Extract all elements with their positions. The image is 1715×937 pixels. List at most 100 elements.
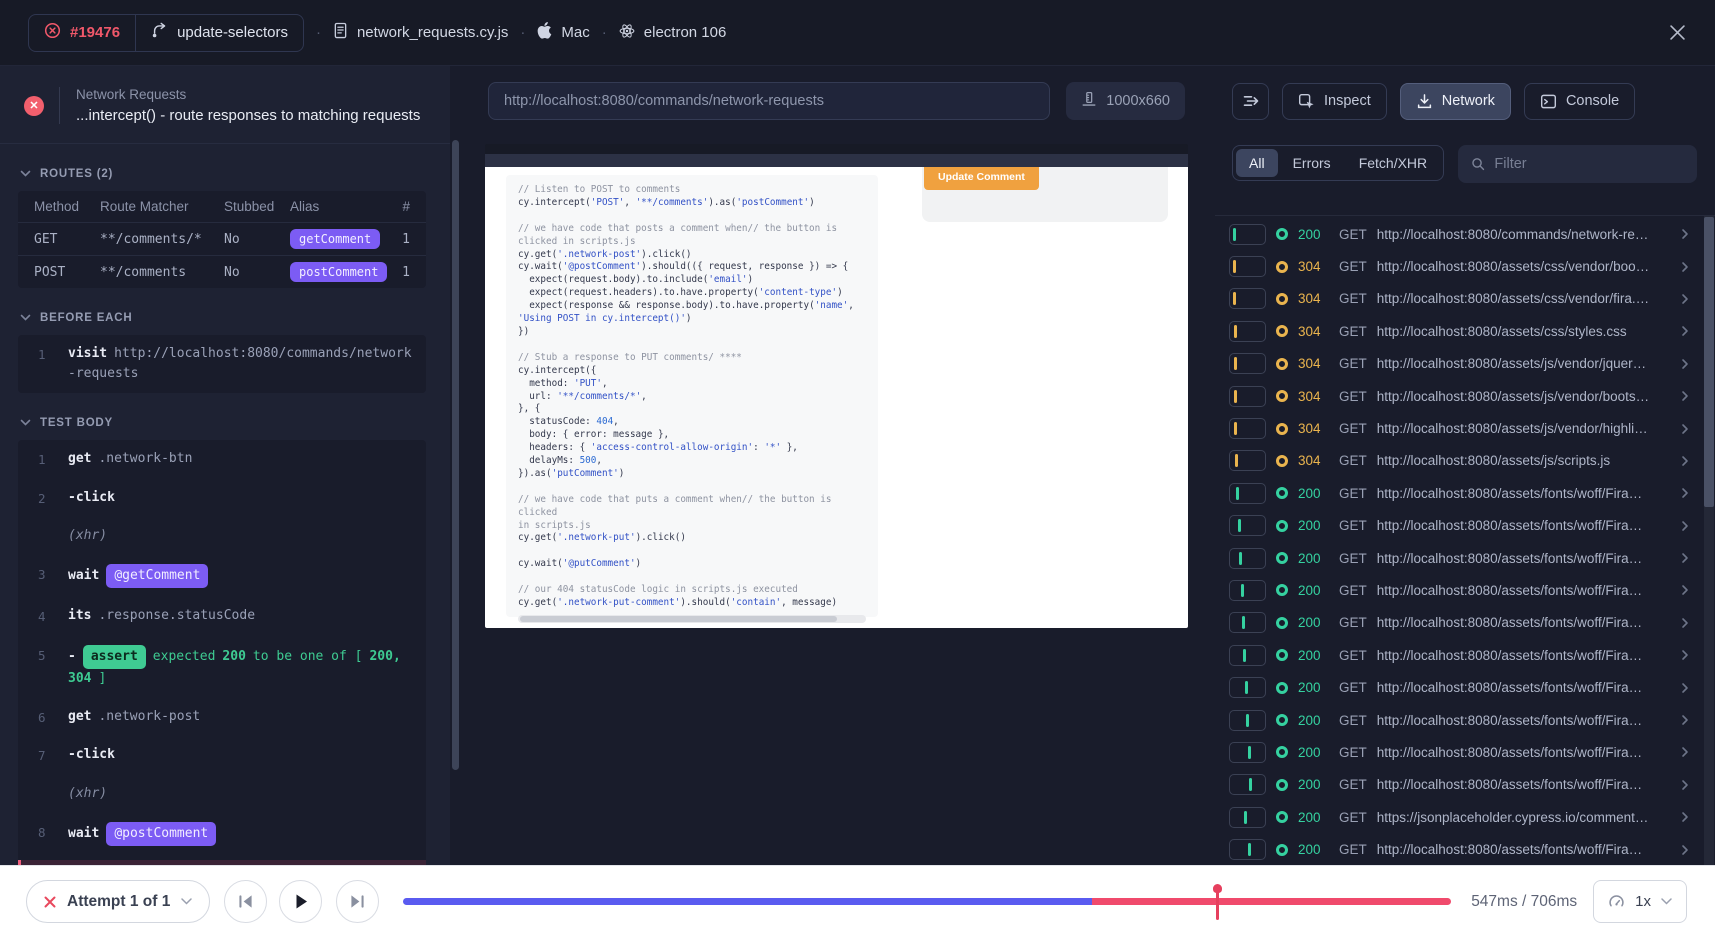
- waterfall-chip: [1229, 807, 1266, 828]
- skip-back-icon: [237, 894, 254, 909]
- attempt-dropdown[interactable]: Attempt 1 of 1: [26, 880, 210, 923]
- command-row[interactable]: 7-click: [18, 736, 426, 774]
- request-row[interactable]: 200GEThttp://localhost:8080/assets/fonts…: [1215, 736, 1715, 768]
- inspect-cursor-icon: [1298, 93, 1315, 110]
- timeline-error-segment: [1092, 898, 1451, 905]
- os-info: Mac: [537, 22, 589, 43]
- viewport-size-label: 1000x660: [1106, 93, 1170, 109]
- request-row[interactable]: 200GEThttp://localhost:8080/assets/fonts…: [1215, 574, 1715, 606]
- update-comment-button[interactable]: Update Comment: [924, 167, 1039, 190]
- test-header: ✕ Network Requests ...intercept() - rout…: [0, 66, 450, 144]
- run-number-button[interactable]: #19476: [29, 15, 135, 51]
- waterfall-chip: [1229, 515, 1266, 536]
- request-row[interactable]: 200GEThttp://localhost:8080/assets/fonts…: [1215, 833, 1715, 865]
- scrollbar-thumb[interactable]: [1704, 217, 1714, 507]
- playback-speed-dropdown[interactable]: 1x: [1593, 880, 1687, 923]
- request-row[interactable]: 200GEThttp://localhost:8080/assets/fonts…: [1215, 477, 1715, 509]
- request-row[interactable]: 304GEThttp://localhost:8080/assets/css/s…: [1215, 315, 1715, 347]
- test-title: ...intercept() - route responses to matc…: [76, 107, 420, 124]
- status-ring-icon: [1276, 617, 1288, 629]
- request-row[interactable]: 304GEThttp://localhost:8080/assets/js/ve…: [1215, 348, 1715, 380]
- request-row[interactable]: 304GEThttp://localhost:8080/assets/js/sc…: [1215, 445, 1715, 477]
- request-list: 200GEThttp://localhost:8080/commands/net…: [1215, 215, 1715, 865]
- request-row[interactable]: 200GEThttp://localhost:8080/assets/fonts…: [1215, 607, 1715, 639]
- col-matcher: Route Matcher: [100, 199, 224, 214]
- sidebar-scrollbar[interactable]: [450, 66, 461, 865]
- branch-name: update-selectors: [177, 24, 288, 41]
- aut-navbar-strip2: [485, 154, 1188, 167]
- inspect-button[interactable]: Inspect: [1282, 83, 1387, 120]
- waterfall-chip: [1229, 321, 1266, 342]
- url-input[interactable]: [488, 82, 1050, 120]
- preview-pane: 1000x660 Update Comment // Listen to POS…: [461, 66, 1215, 865]
- command-row[interactable]: (xhr): [18, 775, 426, 813]
- chevron-right-icon: [1679, 423, 1691, 435]
- waterfall-chip: [1229, 612, 1266, 633]
- separator-dot: ·: [602, 24, 607, 41]
- command-row[interactable]: 5-assertexpected200to be one of [200, 30…: [18, 636, 426, 698]
- attempt-label: Attempt 1 of 1: [67, 893, 170, 911]
- request-row[interactable]: 200GEThttp://localhost:8080/assets/fonts…: [1215, 639, 1715, 671]
- command-row[interactable]: 3wait@getComment: [18, 555, 426, 597]
- request-row[interactable]: 304GEThttp://localhost:8080/assets/js/ve…: [1215, 412, 1715, 444]
- waterfall-chip: [1229, 774, 1266, 795]
- scrollbar-thumb[interactable]: [520, 616, 837, 622]
- chevron-right-icon: [1679, 779, 1691, 791]
- route-row[interactable]: GET**/comments/*NogetComment1: [18, 222, 426, 255]
- request-row[interactable]: 200GEThttp://localhost:8080/assets/fonts…: [1215, 769, 1715, 801]
- chevron-right-icon: [1679, 552, 1691, 564]
- request-row[interactable]: 304GEThttp://localhost:8080/assets/css/v…: [1215, 250, 1715, 282]
- status-ring-icon: [1276, 423, 1288, 435]
- status-ring-icon: [1276, 649, 1288, 661]
- filter-fetch-xhr[interactable]: Fetch/XHR: [1346, 149, 1440, 177]
- collapse-panel-button[interactable]: [1232, 83, 1269, 120]
- cypress-test-replay-app: #19476 update-selectors · network_reques…: [0, 0, 1715, 937]
- aut-navbar-strip: [485, 144, 1188, 154]
- separator-dot: ·: [520, 24, 525, 41]
- chevron-right-icon: [1679, 261, 1691, 273]
- waterfall-chip: [1229, 256, 1266, 277]
- code-horizontal-scrollbar[interactable]: [518, 615, 866, 623]
- command-row[interactable]: 1visithttp://localhost:8080/commands/net…: [18, 335, 426, 393]
- request-row[interactable]: 200GEThttp://localhost:8080/assets/fonts…: [1215, 671, 1715, 703]
- command-row[interactable]: 8wait@postComment: [18, 813, 426, 855]
- attempt-failed-icon: [44, 896, 56, 908]
- skip-back-button[interactable]: [224, 880, 267, 923]
- request-row[interactable]: 304GEThttp://localhost:8080/assets/js/ve…: [1215, 380, 1715, 412]
- gauge-icon: [1608, 893, 1625, 910]
- console-tab-button[interactable]: Console: [1524, 83, 1635, 120]
- viewport-size-button[interactable]: 1000x660: [1066, 82, 1185, 120]
- section-header-routes[interactable]: ROUTES (2): [20, 168, 426, 180]
- command-row[interactable]: (xhr): [18, 517, 426, 555]
- skip-forward-button[interactable]: [336, 880, 379, 923]
- request-row[interactable]: 200GEThttp://localhost:8080/assets/fonts…: [1215, 542, 1715, 574]
- command-row[interactable]: 1get.network-btn: [18, 440, 426, 478]
- request-row[interactable]: 200GEThttp://localhost:8080/commands/net…: [1215, 218, 1715, 250]
- branch-button[interactable]: update-selectors: [136, 15, 303, 51]
- section-header-before-each[interactable]: BEFORE EACH: [20, 312, 426, 324]
- request-row[interactable]: 200GEThttp://localhost:8080/assets/fonts…: [1215, 510, 1715, 542]
- play-button[interactable]: [279, 880, 322, 923]
- close-icon[interactable]: [1670, 25, 1685, 40]
- filter-errors[interactable]: Errors: [1280, 149, 1344, 177]
- status-ring-icon: [1276, 520, 1288, 532]
- filter-input[interactable]: [1494, 156, 1684, 172]
- command-row[interactable]: 4its.response.statusCode: [18, 597, 426, 635]
- request-row[interactable]: 304GEThttp://localhost:8080/assets/css/v…: [1215, 283, 1715, 315]
- scrollbar-thumb[interactable]: [452, 140, 459, 770]
- command-row[interactable]: 6get.network-post: [18, 698, 426, 736]
- time-label: 547ms / 706ms: [1471, 893, 1577, 911]
- request-row[interactable]: 200GEThttp://localhost:8080/assets/fonts…: [1215, 704, 1715, 736]
- section-header-test-body[interactable]: TEST BODY: [20, 417, 426, 429]
- replay-timeline[interactable]: [403, 898, 1451, 905]
- skip-forward-icon: [349, 894, 366, 909]
- request-row[interactable]: 200GEThttps://jsonplaceholder.cypress.io…: [1215, 801, 1715, 833]
- filter-all[interactable]: All: [1236, 149, 1278, 177]
- status-ring-icon: [1276, 584, 1288, 596]
- test-failed-icon: ✕: [24, 96, 44, 116]
- chevron-down-icon: [20, 314, 31, 322]
- route-row[interactable]: POST**/commentsNopostComment1: [18, 255, 426, 288]
- browser-info: electron 106: [619, 23, 727, 43]
- network-tab-button[interactable]: Network: [1400, 83, 1511, 120]
- command-row[interactable]: 2-click: [18, 479, 426, 517]
